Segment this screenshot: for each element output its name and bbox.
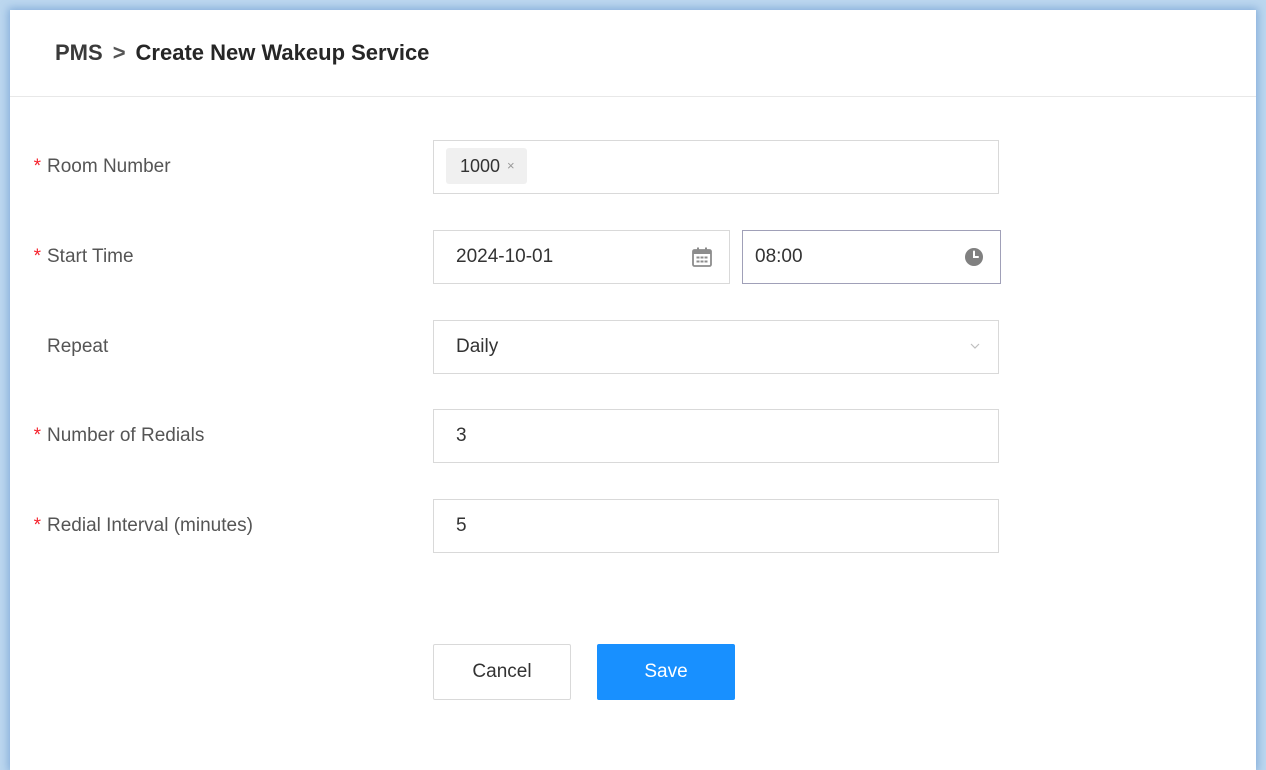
room-number-label: * Room Number xyxy=(27,140,171,194)
close-icon[interactable]: × xyxy=(507,148,515,184)
repeat-row: *Repeat Daily xyxy=(10,320,1256,374)
breadcrumb-pms[interactable]: PMS xyxy=(55,40,103,66)
start-time-value: 08:00 xyxy=(755,246,803,267)
required-marker: * xyxy=(33,425,41,446)
required-marker: * xyxy=(33,515,41,536)
redials-input[interactable]: 3 xyxy=(433,409,999,463)
redial-interval-value: 5 xyxy=(456,515,467,536)
wakeup-service-panel: PMS > Create New Wakeup Service * Room Nu… xyxy=(10,10,1256,770)
start-time-input[interactable]: 08:00 xyxy=(742,230,1001,284)
breadcrumb: PMS > Create New Wakeup Service xyxy=(10,10,1256,97)
start-time-label: * Start Time xyxy=(27,230,134,284)
start-time-row: * Start Time 2024-10-01 08:00 xyxy=(10,230,1256,284)
cancel-button[interactable]: Cancel xyxy=(433,644,571,700)
required-marker: * xyxy=(33,246,41,267)
calendar-icon[interactable] xyxy=(691,246,713,268)
chevron-right-icon: > xyxy=(112,40,126,65)
repeat-select[interactable]: Daily xyxy=(433,320,999,374)
start-date-value: 2024-10-01 xyxy=(456,246,554,267)
required-marker: * xyxy=(33,156,41,177)
redials-row: * Number of Redials 3 xyxy=(10,409,1256,463)
clock-icon[interactable] xyxy=(964,247,984,267)
save-button[interactable]: Save xyxy=(597,644,735,700)
room-tag: 1000 × xyxy=(446,148,527,184)
room-tag-label: 1000 xyxy=(460,156,501,176)
room-number-select[interactable]: 1000 × xyxy=(433,140,999,194)
redial-interval-input[interactable]: 5 xyxy=(433,499,999,553)
chevron-down-icon xyxy=(970,343,980,349)
redials-label: * Number of Redials xyxy=(27,409,205,463)
start-date-input[interactable]: 2024-10-01 xyxy=(433,230,730,284)
room-number-row: * Room Number 1000 × xyxy=(10,140,1256,194)
redial-interval-label: * Redial Interval (minutes) xyxy=(27,499,253,553)
redials-value: 3 xyxy=(456,425,467,446)
redial-interval-row: * Redial Interval (minutes) 5 xyxy=(10,499,1256,553)
repeat-label: *Repeat xyxy=(47,336,109,357)
repeat-value: Daily xyxy=(456,336,499,357)
page-title: Create New Wakeup Service xyxy=(135,40,430,65)
